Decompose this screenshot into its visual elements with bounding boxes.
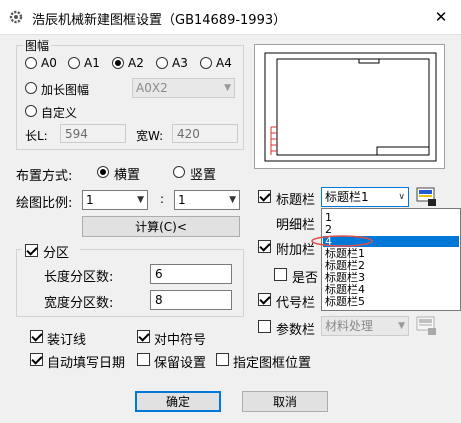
dropdown-item[interactable]: 标题栏1 bbox=[323, 248, 461, 259]
width-field[interactable]: 420 bbox=[172, 124, 238, 143]
length-zones-label: 长度分区数: bbox=[44, 270, 114, 285]
frame-preview-drawing bbox=[264, 52, 437, 162]
calculate-button[interactable]: 计算(C)< bbox=[82, 216, 240, 237]
title-block-edit-icon[interactable] bbox=[416, 186, 438, 208]
radio-portrait[interactable] bbox=[173, 166, 185, 178]
title-block-value: 标题栏1 bbox=[325, 190, 369, 204]
gear-icon bbox=[9, 10, 23, 24]
dropdown-item[interactable]: 1 bbox=[323, 212, 461, 223]
auto-date-checkbox[interactable] bbox=[30, 353, 43, 366]
center-mark-label: 对中符号 bbox=[154, 333, 207, 348]
label-a4: A4 bbox=[216, 56, 232, 70]
scale-right-value: 1 bbox=[178, 193, 186, 207]
radio-landscape[interactable] bbox=[97, 166, 109, 178]
code-block-label: 代号栏 bbox=[276, 296, 316, 311]
zones-label: 分区 bbox=[43, 246, 70, 261]
specify-position-checkbox[interactable] bbox=[216, 353, 229, 366]
label-portrait: 竖置 bbox=[190, 168, 217, 183]
param-block-select[interactable]: 材料处理 ▼ bbox=[321, 316, 409, 336]
ok-button[interactable]: 确定 bbox=[135, 391, 221, 412]
radio-a3[interactable] bbox=[156, 57, 168, 69]
detail-label: 明细栏 bbox=[276, 218, 316, 233]
label-extended: 加长图幅 bbox=[41, 83, 90, 97]
chevron-down-icon: ∨ bbox=[398, 192, 405, 202]
zones-checkbox[interactable] bbox=[25, 244, 38, 257]
length-zones-field[interactable]: 6 bbox=[150, 264, 232, 284]
radio-custom[interactable] bbox=[25, 105, 37, 117]
close-button[interactable]: ✕ bbox=[428, 6, 454, 28]
specify-position-label: 指定图框位置 bbox=[233, 356, 312, 371]
title-block-select[interactable]: 标题栏1 ∨ bbox=[321, 187, 409, 207]
title-bar: 浩辰机械新建图框设置（GB14689-1993） ✕ bbox=[0, 0, 461, 35]
auto-date-label: 自动填写日期 bbox=[47, 356, 126, 371]
chevron-down-icon: ▼ bbox=[137, 195, 144, 205]
highlight-oval bbox=[311, 235, 373, 247]
width-label: 宽W: bbox=[136, 129, 164, 143]
width-zones-label: 宽度分区数: bbox=[44, 296, 114, 311]
radio-extended[interactable] bbox=[25, 82, 37, 94]
dropdown-item[interactable]: 标题栏4 bbox=[323, 284, 461, 295]
chevron-down-icon: ▼ bbox=[224, 83, 231, 93]
binding-line-label: 装订线 bbox=[47, 333, 87, 348]
extended-size-select[interactable]: A0X2 ▼ bbox=[132, 78, 235, 98]
extended-size-value: A0X2 bbox=[136, 81, 168, 95]
cancel-button[interactable]: 取消 bbox=[242, 391, 328, 412]
length-field[interactable]: 594 bbox=[60, 124, 126, 143]
dropdown-item[interactable]: 标题栏3 bbox=[323, 272, 461, 283]
extra-block-checkbox[interactable] bbox=[258, 240, 271, 253]
keep-settings-label: 保留设置 bbox=[154, 356, 207, 371]
length-label: 长L: bbox=[25, 129, 48, 143]
label-a3: A3 bbox=[172, 56, 188, 70]
label-a1: A1 bbox=[84, 56, 100, 70]
title-block-dropdown: 1 2 4 标题栏1 标题栏2 标题栏3 标题栏4 标题栏5 bbox=[321, 208, 461, 311]
frame-preview bbox=[254, 44, 445, 169]
sub-option-label: 是否 bbox=[292, 271, 319, 286]
window-title: 浩辰机械新建图框设置（GB14689-1993） bbox=[32, 13, 287, 28]
sub-option-checkbox[interactable] bbox=[274, 268, 287, 281]
param-block-checkbox[interactable] bbox=[258, 320, 271, 333]
scale-label: 绘图比例: bbox=[16, 196, 73, 211]
chevron-down-icon: ▼ bbox=[398, 321, 405, 331]
scale-left-value: 1 bbox=[86, 193, 94, 207]
title-block-checkbox[interactable] bbox=[258, 190, 271, 203]
param-block-label: 参数栏 bbox=[276, 323, 316, 338]
binding-line-checkbox[interactable] bbox=[30, 330, 43, 343]
dropdown-item[interactable]: 标题栏2 bbox=[323, 260, 461, 271]
code-block-checkbox[interactable] bbox=[258, 293, 271, 306]
radio-a2[interactable] bbox=[112, 57, 124, 69]
radio-a1[interactable] bbox=[68, 57, 80, 69]
scale-separator: : bbox=[160, 192, 165, 206]
center-mark-checkbox[interactable] bbox=[137, 330, 150, 343]
dropdown-item[interactable]: 标题栏5 bbox=[323, 296, 461, 307]
label-a0: A0 bbox=[41, 56, 57, 70]
title-block-label: 标题栏 bbox=[276, 193, 316, 208]
param-block-value: 材料处理 bbox=[325, 319, 374, 333]
label-custom: 自定义 bbox=[41, 106, 78, 120]
paper-size-group-label: 图幅 bbox=[23, 37, 52, 54]
scale-right-select[interactable]: 1 ▼ bbox=[174, 190, 240, 210]
scale-left-select[interactable]: 1 ▼ bbox=[82, 190, 148, 210]
radio-a4[interactable] bbox=[200, 57, 212, 69]
label-a2: A2 bbox=[128, 56, 144, 70]
width-zones-field[interactable]: 8 bbox=[150, 290, 232, 310]
radio-a0[interactable] bbox=[25, 57, 37, 69]
chevron-down-icon: ▼ bbox=[229, 195, 236, 205]
layout-label: 布置方式: bbox=[16, 169, 73, 184]
param-block-edit-icon[interactable] bbox=[416, 315, 438, 337]
label-landscape: 横置 bbox=[114, 168, 141, 183]
keep-settings-checkbox[interactable] bbox=[137, 353, 150, 366]
zones-header: 分区 bbox=[22, 242, 80, 261]
